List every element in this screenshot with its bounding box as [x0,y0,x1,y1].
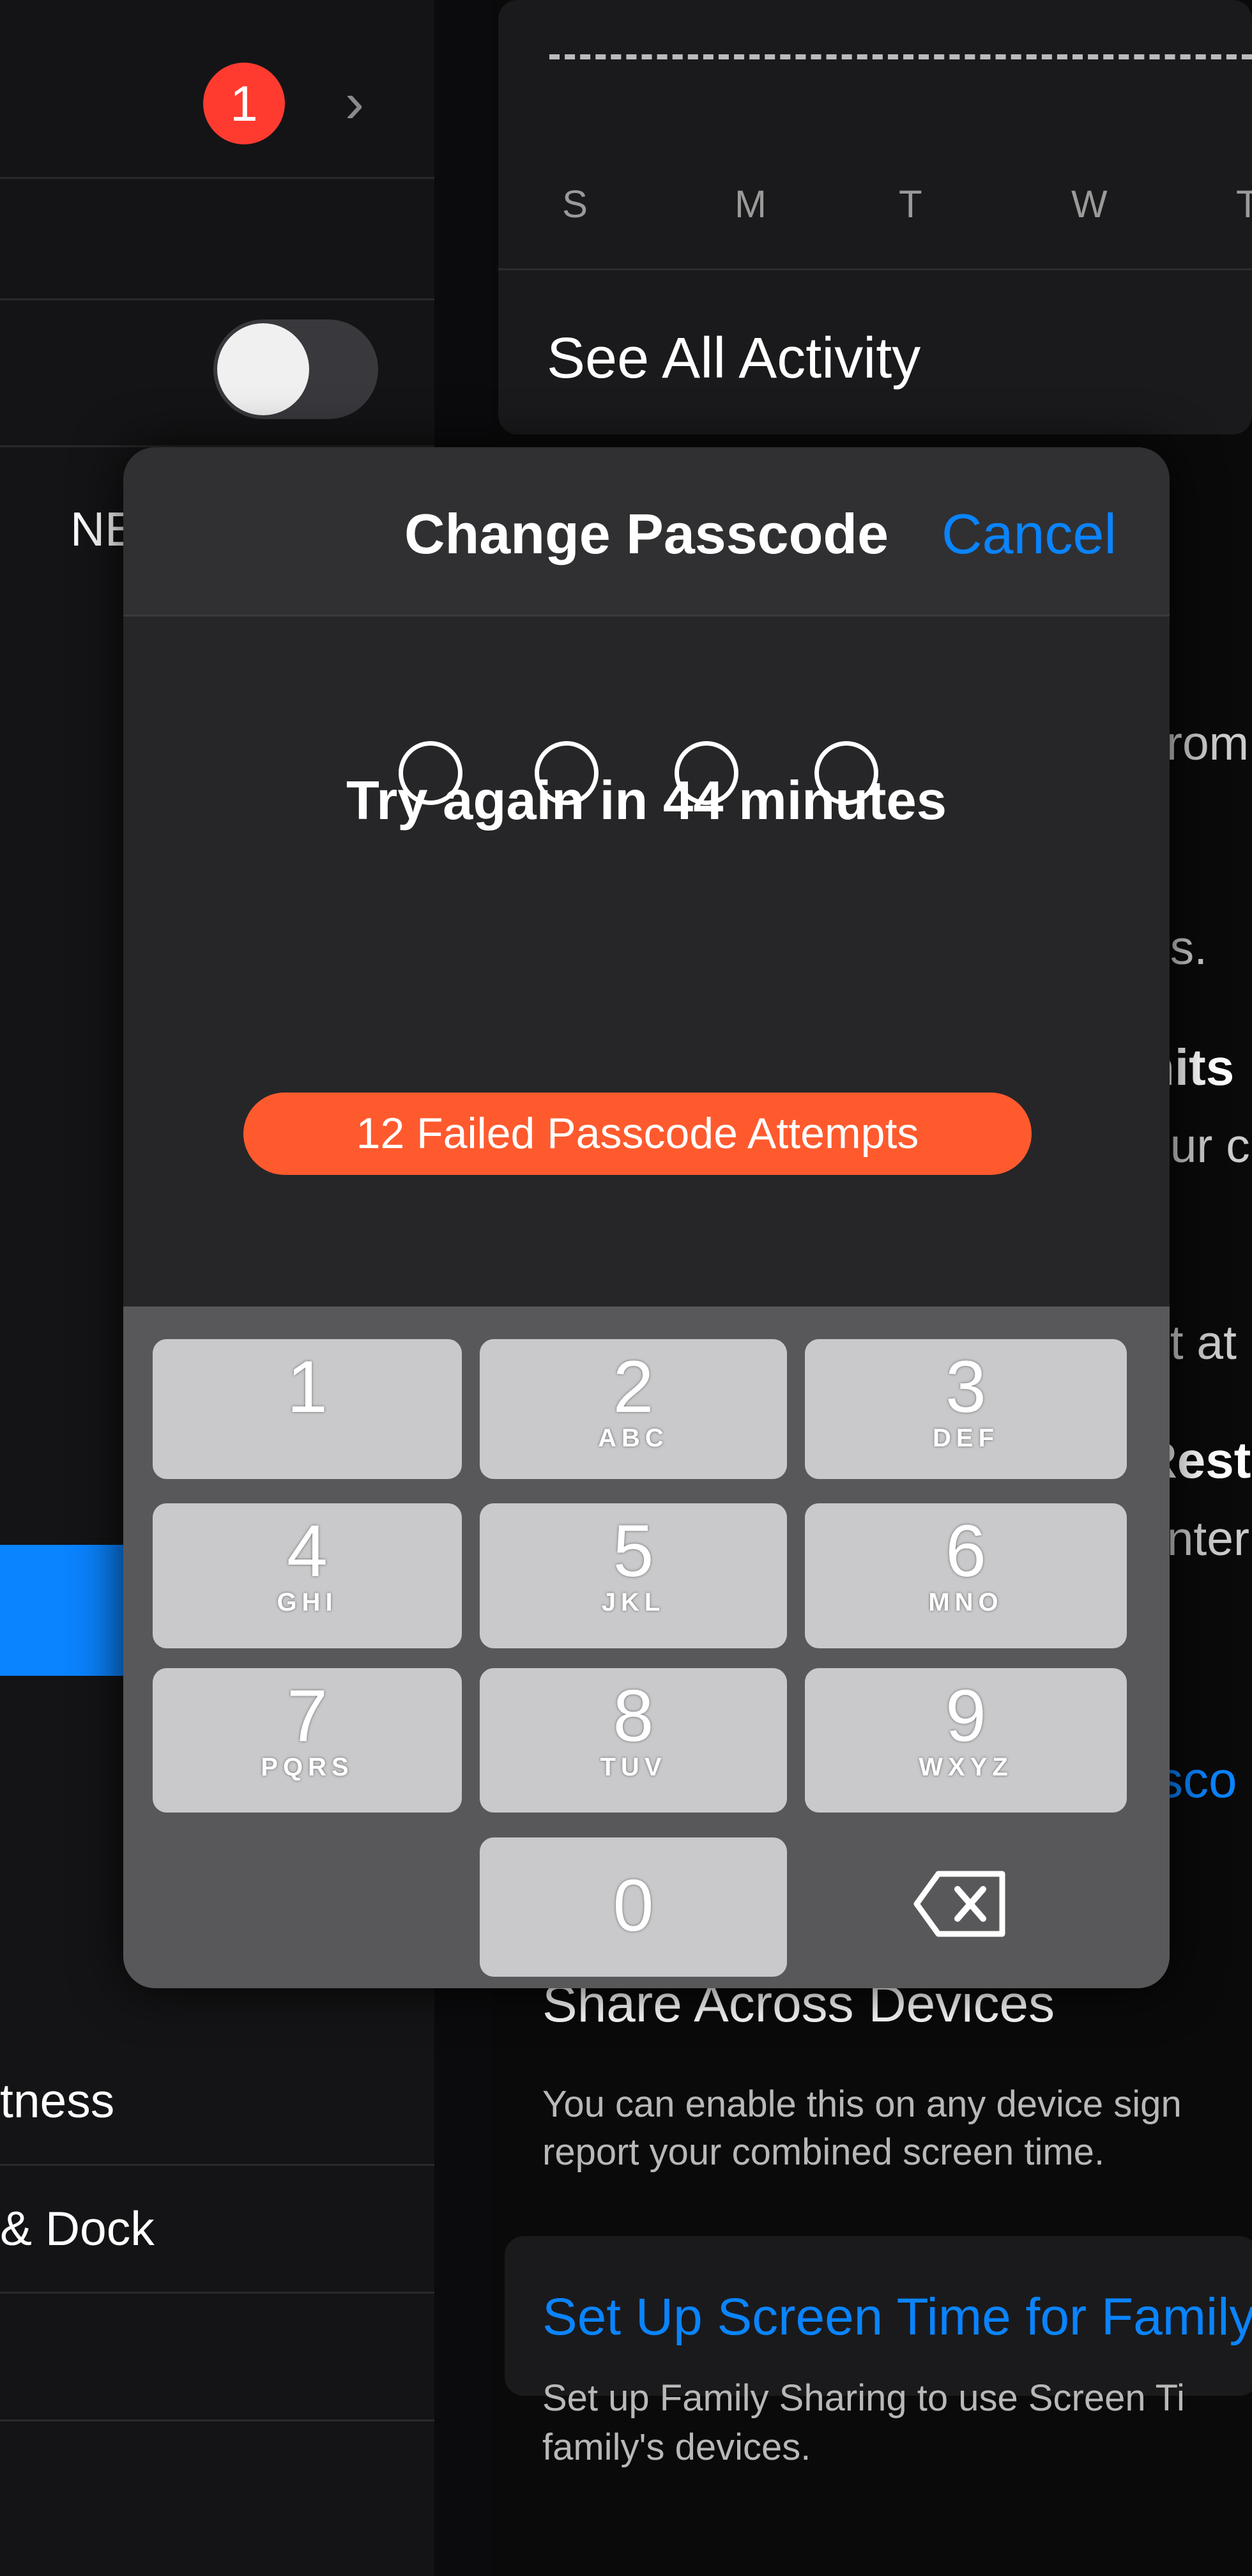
passcode-dot [814,741,878,805]
sidebar-row [0,179,434,300]
day-label: T [899,183,922,226]
background-text: rom [1166,716,1249,770]
family-card: Set Up Screen Time for Family [505,2236,1252,2396]
numeric-keypad: 1 2 ABC 3 DEF 4 GHI 5 JKL 6 MNO 7 PQRS 8 TUV 9W… [123,1307,1170,1988]
cancel-button[interactable]: Cancel [942,502,1117,567]
sidebar-row-notifications[interactable]: 1 › [0,0,434,179]
key-9[interactable]: 9 WXYZ [805,1668,1127,1813]
key-digit: 2 [613,1346,654,1428]
key-digit: 9 [945,1675,986,1757]
sidebar-row [0,2294,434,2421]
key-5[interactable]: 5 JKL [480,1503,787,1648]
toggle-knob [217,323,309,415]
key-digit: 3 [945,1346,986,1428]
key-digit: 8 [613,1675,654,1757]
sidebar-selected-item[interactable] [0,1545,137,1676]
day-label: S [562,183,588,226]
change-passcode-dialog: Change Passcode Cancel Try again in 44 m… [123,447,1170,1988]
sidebar-row-toggle [0,300,434,447]
chart-average-line [549,54,1252,59]
key-digit: 6 [945,1510,986,1592]
chevron-right-icon: › [345,71,364,135]
set-up-family-link[interactable]: Set Up Screen Time for Family [542,2287,1252,2347]
day-label: T [1236,183,1252,226]
activity-card: S M T W T See All Activity [498,0,1252,434]
dialog-header: Change Passcode Cancel [123,447,1170,617]
day-label: W [1071,183,1108,226]
key-letters: TUV [600,1753,667,1781]
key-0[interactable]: 0 [480,1837,787,1977]
key-letters: GHI [277,1588,338,1616]
see-all-activity-link[interactable]: See All Activity [547,326,920,392]
divider [498,268,1252,270]
key-letters: WXYZ [919,1753,1013,1781]
key-3[interactable]: 3 DEF [805,1339,1127,1479]
toggle-switch[interactable] [213,319,378,419]
key-letters: JKL [601,1588,666,1616]
key-digit: 7 [287,1675,328,1757]
dialog-title: Change Passcode [404,502,889,565]
key-7[interactable]: 7 PQRS [153,1668,462,1813]
family-description: family's devices. [542,2426,811,2468]
key-letters: MNO [928,1588,1004,1616]
sidebar-item-label: tness [0,2074,115,2128]
backspace-icon [913,1871,1005,1937]
sidebar-item-brightness[interactable]: tness [0,2038,434,2166]
key-6[interactable]: 6 MNO [805,1503,1127,1648]
family-description: Set up Family Sharing to use Screen Ti [542,2377,1185,2419]
delete-key[interactable] [913,1869,1009,1939]
key-digit: 4 [287,1510,328,1592]
key-2[interactable]: 2 ABC [480,1339,787,1479]
failed-attempts-badge: 12 Failed Passcode Attempts [243,1092,1032,1175]
sidebar-item-label: & Dock [0,2202,155,2255]
passcode-dot [399,741,462,805]
key-digit: 5 [613,1510,654,1592]
notification-badge: 1 [203,63,285,144]
passcode-dot [535,741,599,805]
key-letters: ABC [598,1424,669,1452]
passcode-dot [675,741,738,805]
key-digit: 1 [287,1346,328,1428]
key-8[interactable]: 8 TUV [480,1668,787,1813]
key-digit: 0 [613,1865,654,1947]
key-letters: DEF [933,1424,999,1452]
share-description: report your combined screen time. [542,2131,1105,2173]
sidebar-item-home-dock[interactable]: & Dock [0,2166,434,2294]
key-letters: PQRS [261,1753,354,1781]
key-4[interactable]: 4 GHI [153,1503,462,1648]
lockout-message: Try again in 44 minutes [346,770,947,831]
share-description: You can enable this on any device sign [542,2083,1182,2125]
day-label: M [735,183,767,226]
key-1[interactable]: 1 [153,1339,462,1479]
